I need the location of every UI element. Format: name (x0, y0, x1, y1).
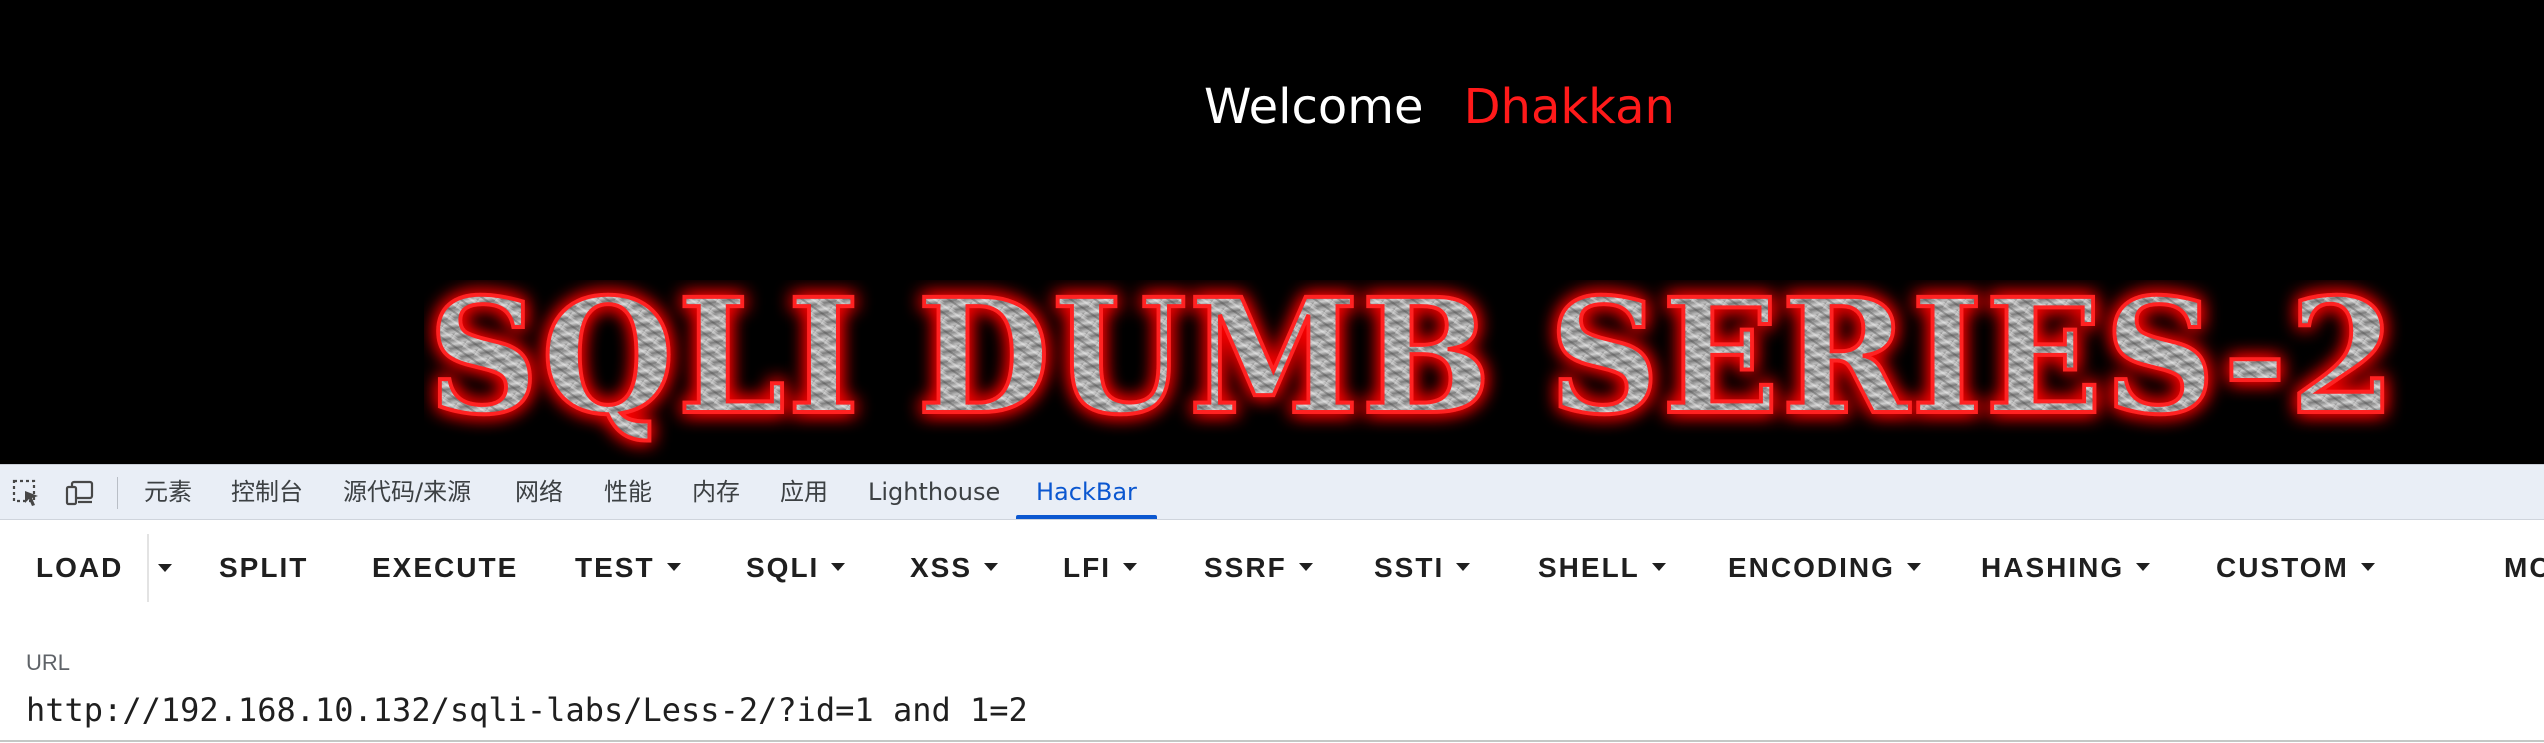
mode-menu-button[interactable]: MC (2504, 544, 2544, 592)
web-page-viewport: Welcome Dhakkan SQLI DUMB SERIES-2 (0, 0, 2544, 464)
devtools-tab-bar: 元素 控制台 源代码/来源 网络 性能 内存 应用 Lighthouse Hac… (0, 464, 2544, 520)
mode-menu-label: MC (2504, 552, 2544, 583)
tab-sources[interactable]: 源代码/来源 (343, 465, 471, 519)
welcome-message: Welcome Dhakkan (1204, 74, 1675, 140)
load-button-label: LOAD (36, 552, 124, 583)
chevron-down-icon (984, 562, 999, 571)
welcome-username: Dhakkan (1463, 79, 1675, 135)
xss-menu-label: XSS (910, 552, 973, 583)
url-field-group: URL (0, 616, 2544, 743)
tab-memory[interactable]: 内存 (692, 465, 740, 519)
test-menu-label: TEST (575, 552, 655, 583)
chevron-down-icon (2136, 562, 2151, 571)
chevron-down-icon (831, 562, 846, 571)
ssti-menu-label: SSTI (1374, 552, 1445, 583)
tab-hackbar[interactable]: HackBar (1016, 465, 1157, 519)
device-toolbar-icon[interactable] (64, 477, 96, 509)
load-split-divider (147, 534, 149, 602)
encoding-menu-button[interactable]: ENCODING (1728, 544, 1921, 592)
ssti-menu-button[interactable]: SSTI (1374, 544, 1471, 592)
inspect-element-icon[interactable] (10, 477, 42, 509)
tab-lighthouse[interactable]: Lighthouse (868, 465, 1000, 519)
chevron-down-icon (1906, 562, 1921, 571)
tab-performance[interactable]: 性能 (604, 465, 652, 519)
shell-menu-button[interactable]: SHELL (1538, 544, 1666, 592)
test-menu-button[interactable]: TEST (575, 544, 681, 592)
url-label: URL (26, 650, 71, 675)
browser-window: Welcome Dhakkan SQLI DUMB SERIES-2 元素 控制… (0, 0, 2544, 743)
tab-application[interactable]: 应用 (780, 465, 828, 519)
sqli-menu-label: SQLI (746, 552, 820, 583)
chevron-down-icon (666, 562, 681, 571)
tab-network[interactable]: 网络 (515, 465, 563, 519)
hackbar-toolbar: LOAD SPLIT EXECUTE TEST SQLI XSS LFI SSR… (0, 520, 2544, 616)
lfi-menu-button[interactable]: LFI (1063, 544, 1137, 592)
shell-menu-label: SHELL (1538, 552, 1640, 583)
encoding-menu-label: ENCODING (1728, 552, 1895, 583)
load-button[interactable]: LOAD (36, 544, 123, 592)
hashing-menu-button[interactable]: HASHING (1981, 544, 2151, 592)
toolbar-separator (117, 477, 118, 509)
welcome-word: Welcome (1204, 79, 1424, 135)
tab-elements[interactable]: 元素 (144, 465, 192, 519)
url-input-underline (0, 740, 2544, 742)
hashing-menu-label: HASHING (1981, 552, 2125, 583)
custom-menu-label: CUSTOM (2216, 552, 2349, 583)
chevron-down-icon (1651, 562, 1666, 571)
lfi-menu-label: LFI (1063, 552, 1111, 583)
sqli-menu-button[interactable]: SQLI (746, 544, 846, 592)
tab-console[interactable]: 控制台 (231, 465, 303, 519)
xss-menu-button[interactable]: XSS (910, 544, 999, 592)
execute-button[interactable]: EXECUTE (372, 544, 518, 592)
banner-title: SQLI DUMB SERIES-2 (428, 280, 2398, 450)
chevron-down-icon (1123, 562, 1137, 571)
split-button[interactable]: SPLIT (219, 544, 308, 592)
chevron-down-icon (2360, 562, 2375, 571)
load-dropdown-caret-icon[interactable] (158, 564, 172, 572)
split-button-label: SPLIT (219, 552, 309, 583)
chevron-down-icon (1456, 562, 1471, 571)
ssrf-menu-label: SSRF (1204, 552, 1287, 583)
ssrf-menu-button[interactable]: SSRF (1204, 544, 1313, 592)
chevron-down-icon (1298, 562, 1313, 571)
sqli-banner: SQLI DUMB SERIES-2 (426, 280, 2398, 452)
execute-button-label: EXECUTE (372, 552, 519, 583)
custom-menu-button[interactable]: CUSTOM (2216, 544, 2375, 592)
url-input[interactable] (26, 688, 2516, 732)
